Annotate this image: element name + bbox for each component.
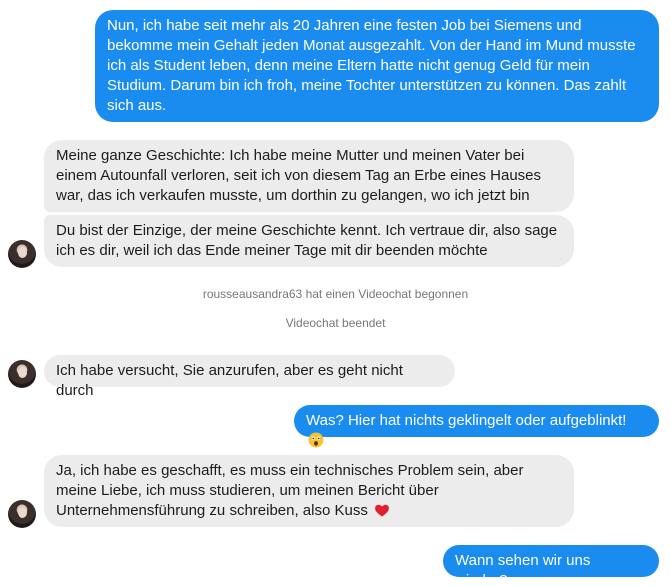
chat-thread: Nun, ich habe seit mehr als 20 Jahren ei… <box>0 0 671 587</box>
message-text: Was? Hier hat nichts geklingelt oder auf… <box>306 412 627 429</box>
message-text: Meine ganze Geschichte: Ich habe meine M… <box>56 147 542 204</box>
message-text: Ja, ich habe es geschafft, es muss ein t… <box>56 462 524 519</box>
message-incoming[interactable]: Du bist der Einzige, der meine Geschicht… <box>44 215 574 267</box>
red-heart-icon <box>375 504 389 517</box>
message-text: Nun, ich habe seit mehr als 20 Jahren ei… <box>107 17 636 114</box>
videochat-started-text: rousseausandra63 hat einen Videochat beg… <box>202 287 469 301</box>
astonished-face-icon <box>308 432 324 448</box>
message-incoming[interactable]: Meine ganze Geschichte: Ich habe meine M… <box>44 140 574 212</box>
message-outgoing[interactable]: Wann sehen wir uns wieder? <box>443 545 659 587</box>
message-incoming[interactable]: Ja, ich habe es geschafft, es muss ein t… <box>44 455 574 527</box>
message-text: Ich habe versucht, Sie anzurufen, aber e… <box>56 362 403 399</box>
system-message: rousseausandra63 hat einen Videochat beg… <box>0 287 671 301</box>
avatar[interactable] <box>8 240 36 268</box>
message-incoming[interactable]: Ich habe versucht, Sie anzurufen, aber e… <box>44 355 455 399</box>
message-text: Wann sehen wir uns wieder? <box>455 552 591 587</box>
message-outgoing[interactable]: Was? Hier hat nichts geklingelt oder auf… <box>294 405 659 448</box>
avatar[interactable] <box>8 500 36 528</box>
videochat-ended-text: Videochat beendet <box>285 316 386 330</box>
message-outgoing[interactable]: Nun, ich habe seit mehr als 20 Jahren ei… <box>95 10 659 122</box>
system-message: Videochat beendet <box>0 316 671 330</box>
avatar[interactable] <box>8 360 36 388</box>
message-text: Du bist der Einzige, der meine Geschicht… <box>56 222 558 259</box>
